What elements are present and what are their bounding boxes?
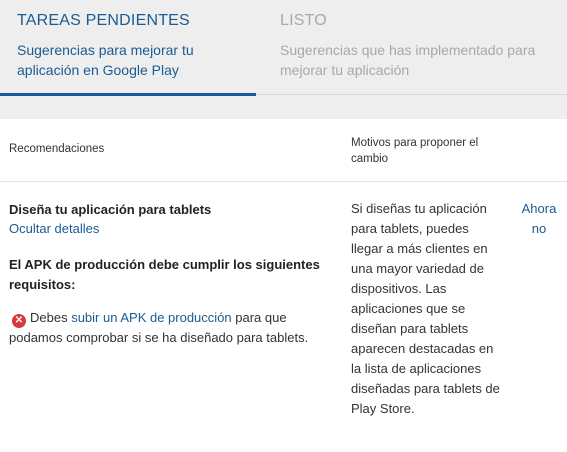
upload-apk-link[interactable]: subir un APK de producción xyxy=(71,310,231,325)
tab-todo-description: Sugerencias para mejorar tu aplicación e… xyxy=(17,42,194,78)
tab-todo[interactable]: TAREAS PENDIENTES Sugerencias para mejor… xyxy=(0,0,256,96)
column-header-reasons: Motivos para proponer el cambio xyxy=(351,137,479,165)
not-now-button[interactable]: Ahora no xyxy=(516,199,562,239)
requirements-heading: El APK de producción debe cumplir los si… xyxy=(9,257,320,292)
tab-todo-title: TAREAS PENDIENTES xyxy=(17,12,190,29)
active-tab-indicator xyxy=(0,93,256,96)
tab-done-title: LISTO xyxy=(280,12,327,29)
reason-text: Si diseñas tu aplicación para tablets, p… xyxy=(351,201,500,416)
recommendation-title: Diseña tu aplicación para tablets xyxy=(9,202,212,217)
requirement-item: ✕ Debes subir un APK de producción para q… xyxy=(9,308,329,348)
tab-bar: TAREAS PENDIENTES Sugerencias para mejor… xyxy=(0,0,567,96)
tab-done[interactable]: LISTO Sugerencias que has implementado p… xyxy=(256,0,567,95)
header-divider xyxy=(0,181,567,182)
recommendations-card: Recomendaciones Motivos para proponer el… xyxy=(0,119,567,452)
hide-details-link[interactable]: Ocultar detalles xyxy=(9,221,99,236)
error-circle-icon: ✕ xyxy=(12,314,26,328)
tab-done-description: Sugerencias que has implementado para me… xyxy=(280,42,536,78)
column-header-recommendations: Recomendaciones xyxy=(9,143,105,155)
requirement-prefix: Debes xyxy=(30,310,68,325)
